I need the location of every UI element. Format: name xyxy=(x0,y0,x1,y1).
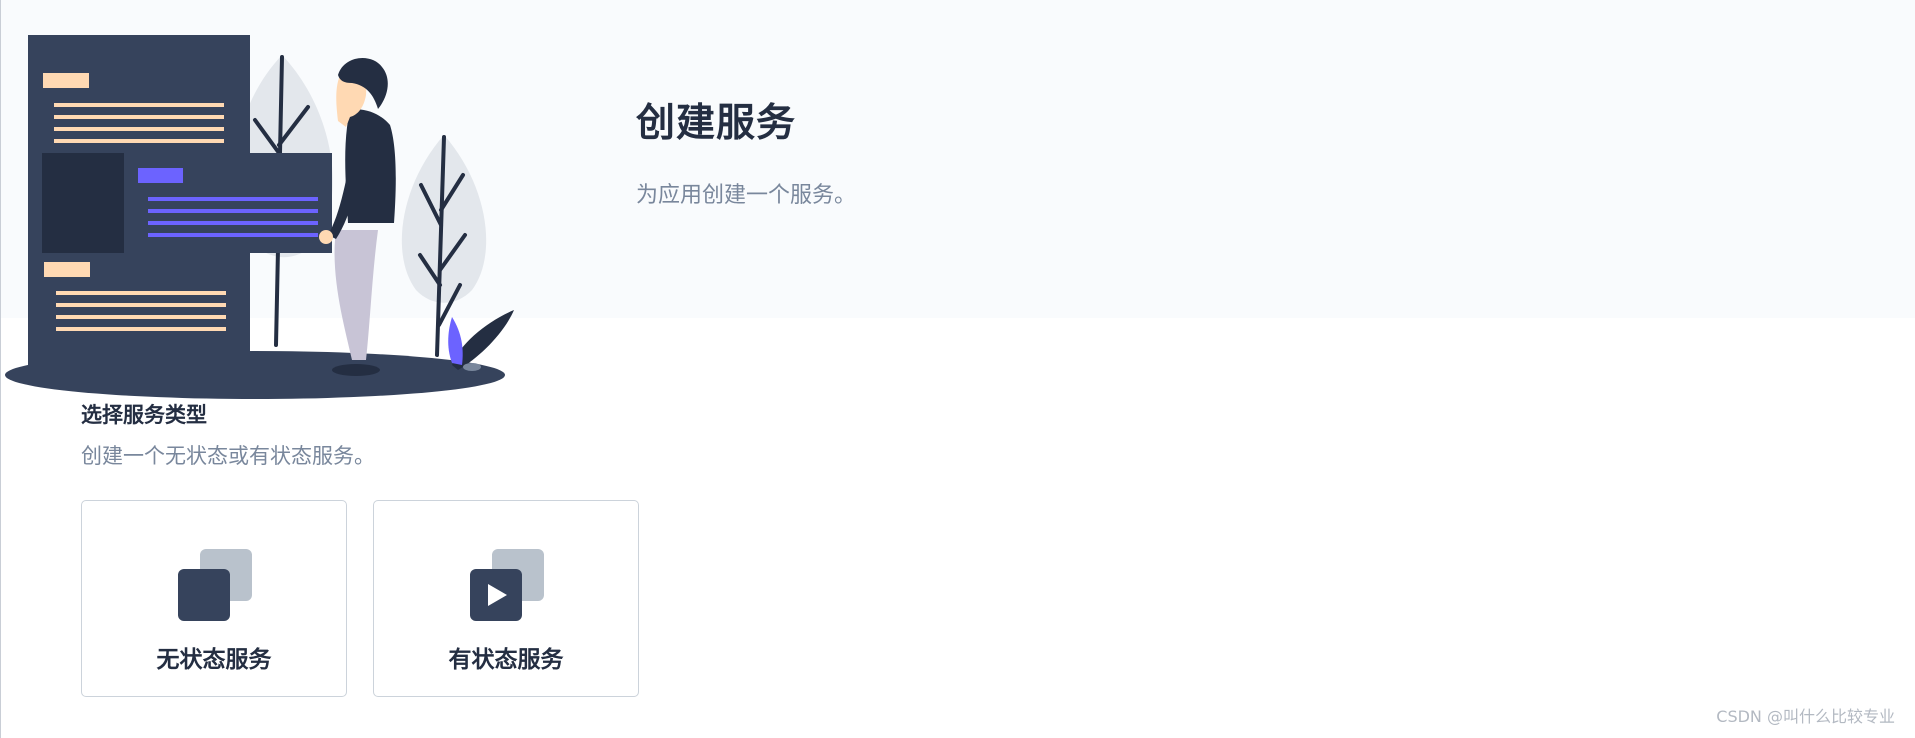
section-title: 选择服务类型 xyxy=(81,403,207,427)
stateless-service-label: 无状态服务 xyxy=(156,647,272,673)
plant-decoration xyxy=(448,310,514,371)
stateless-service-card[interactable]: 无状态服务 xyxy=(81,500,347,697)
page-title: 创建服务 xyxy=(636,101,797,146)
stateful-service-label: 有状态服务 xyxy=(448,647,564,673)
watermark: CSDN @叫什么比较专业 xyxy=(1716,707,1895,726)
stateless-service-icon xyxy=(178,549,252,621)
stateful-service-card[interactable]: 有状态服务 xyxy=(373,500,639,697)
section-description: 创建一个无状态或有状态服务。 xyxy=(81,444,375,468)
highlighted-card xyxy=(42,153,332,253)
page-description: 为应用创建一个服务。 xyxy=(636,183,857,208)
header-illustration xyxy=(5,35,514,399)
stateful-service-icon xyxy=(470,549,544,621)
